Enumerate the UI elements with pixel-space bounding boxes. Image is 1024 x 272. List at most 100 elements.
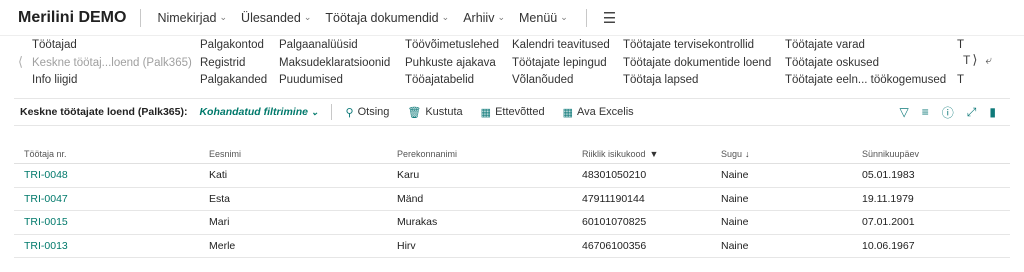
expand-icon[interactable]: ⤢ — [967, 105, 977, 120]
column-header-last-name[interactable]: Perekonnanimi — [386, 149, 571, 159]
list-view-icon[interactable]: ≡ — [922, 105, 929, 119]
chevron-down-icon: ⌄ — [441, 12, 450, 22]
top-navigation-bar: Merilini DEMO Nimekirjad ⌄ Ülesanded ⌄ Töö… — [0, 0, 1024, 36]
column-header-birth-date[interactable]: Sünnikuupäev — [851, 149, 1010, 159]
action-link-tootajate-varad[interactable]: Töötajate varad — [785, 37, 946, 55]
menu-label: Nimekirjad — [157, 10, 217, 25]
employee-no-link[interactable]: TRI-0015 — [14, 216, 199, 228]
menu-arhiiv[interactable]: Arhiiv ⌄ — [463, 11, 505, 25]
open-in-excel-button[interactable]: ▦ Ava Excelis — [563, 106, 634, 119]
employee-no-link[interactable]: TRI-0048 — [14, 169, 199, 181]
chevron-left-icon[interactable]: ⟨ — [18, 54, 23, 70]
action-link-info-liigid[interactable]: Info liigid — [32, 72, 192, 90]
list-toolbar: Keskne töötajate loend (Palk365): Kohand… — [14, 98, 1010, 126]
table-row[interactable]: TRI-0015 Mari Murakas 60101070825 Naine … — [14, 211, 1010, 235]
search-label: Otsing — [357, 106, 390, 118]
delete-icon: 🗑 — [407, 106, 422, 119]
birth-date-cell: 07.01.2001 — [862, 216, 915, 229]
action-link-keskne-tootajate-loend[interactable]: Keskne töötaj...loend (Palk365) — [32, 55, 192, 73]
action-links-area: ⟨ Töötajad Keskne töötaj...loend (Palk36… — [0, 36, 1024, 94]
filter-view-selector[interactable]: Kohandatud filtrimine ⌄ — [199, 106, 318, 118]
chevron-down-icon: ⌄ — [303, 12, 312, 22]
menu-ulesanded[interactable]: Ülesanded ⌄ — [241, 11, 311, 25]
employee-no-link[interactable]: TRI-0013 — [14, 240, 199, 252]
menu-label: Arhiiv — [463, 10, 495, 25]
info-icon[interactable]: ⓘ — [942, 104, 954, 121]
gender-cell: Naine — [721, 239, 749, 252]
action-link-kalendri-teavitused[interactable]: Kalendri teavitused — [512, 37, 610, 55]
chevron-right-icon[interactable]: ⟩ — [972, 52, 977, 68]
menu-menuu[interactable]: Menüü ⌄ — [519, 11, 568, 25]
action-link-tervisekontrollid[interactable]: Töötajate tervisekontrollid — [623, 37, 771, 55]
gender-cell: Naine — [721, 192, 749, 205]
action-link-truncated[interactable]: T — [963, 53, 970, 67]
toolbar-right-icons: ▽ ≡ ⓘ ⤢ ▮ — [887, 99, 996, 125]
action-column-4: Töövõimetuslehed Puhkuste ajakava Tööaja… — [405, 37, 499, 90]
table-row[interactable]: TRI-0048 Kati Karu 48301050210 Naine 05.… — [14, 164, 1010, 188]
action-link-tookogemused[interactable]: Töötajate eeln... töökogemused — [785, 72, 946, 90]
table-header: Töötaja nr. Eesnimi Perekonnanimi Riikli… — [14, 144, 1010, 164]
menu-label: Töötaja dokumendid — [325, 10, 439, 25]
sort-descending-icon: ↓ — [745, 148, 750, 159]
action-link-tootajate-lepingud[interactable]: Töötajate lepingud — [512, 55, 610, 73]
gender-cell: Naine — [721, 169, 749, 182]
personal-code-cell: 47911190144 — [582, 192, 645, 205]
action-link-tootaja-lapsed[interactable]: Töötaja lapsed — [623, 72, 771, 90]
action-link-tootajate-oskused[interactable]: Töötajate oskused — [785, 55, 946, 73]
menu-nimekirjad[interactable]: Nimekirjad ⌄ — [157, 11, 227, 25]
divider — [585, 8, 587, 27]
action-link-tootajad[interactable]: Töötajad — [32, 37, 192, 55]
first-name-cell: Esta — [209, 192, 231, 205]
action-link-volanouded[interactable]: Võlanõuded — [512, 72, 610, 90]
action-link-palgaanaluusid[interactable]: Palgaanalüüsid — [279, 37, 390, 55]
top-menu: Nimekirjad ⌄ Ülesanded ⌄ Töötaja dokumendi… — [141, 8, 616, 27]
companies-label: Ettevõtted — [495, 106, 545, 118]
action-column-7: Töötajate varad Töötajate oskused Töötaj… — [785, 37, 946, 90]
last-name-cell: Hirv — [397, 239, 416, 252]
action-right-nav: T ⟩ ⤶ — [963, 52, 992, 68]
action-link-palgakanded[interactable]: Palgakanded — [200, 72, 267, 90]
filter-icon[interactable]: ▽ — [900, 105, 909, 119]
employee-no-link[interactable]: TRI-0047 — [14, 193, 199, 205]
companies-button[interactable]: ▦ Ettevõtted — [481, 106, 545, 119]
action-link-puudumised[interactable]: Puudumised — [279, 72, 390, 90]
bookmark-icon[interactable]: ▮ — [989, 105, 996, 119]
action-link-tooajatabelid[interactable]: Tööajatabelid — [405, 72, 499, 90]
menu-label: Menüü — [519, 10, 558, 25]
action-column-1: Töötajad Keskne töötaj...loend (Palk365)… — [32, 37, 192, 90]
action-column-3: Palgaanalüüsid Maksudeklaratsioonid Puud… — [279, 37, 390, 90]
first-name-cell: Kati — [209, 169, 228, 182]
action-link-palgakontod[interactable]: Palgakontod — [200, 37, 267, 55]
action-link-registrid[interactable]: Registrid — [200, 55, 267, 73]
gender-cell: Naine — [721, 216, 749, 229]
hamburger-icon[interactable]: ☰ — [603, 9, 616, 27]
first-name-cell: Mari — [209, 216, 230, 229]
personal-code-cell: 60101070825 — [582, 216, 647, 229]
action-link-puhkuste-ajakava[interactable]: Puhkuste ajakava — [405, 55, 499, 73]
search-button[interactable]: ⚲ Otsing — [346, 106, 390, 119]
column-header-gender[interactable]: Sugu ↓ — [711, 149, 851, 159]
column-header-label: Sugu — [721, 148, 743, 159]
action-link-truncated[interactable]: T — [957, 72, 964, 90]
last-name-cell: Mänd — [397, 192, 424, 205]
action-link-toovoimetuslehed[interactable]: Töövõimetuslehed — [405, 37, 499, 55]
column-header-personal-code[interactable]: Riiklik isikukood ▼ — [571, 149, 711, 159]
first-name-cell: Merle — [209, 239, 236, 252]
table-row[interactable]: TRI-0047 Esta Mänd 47911190144 Naine 19.… — [14, 188, 1010, 211]
menu-tootaja-dokumendid[interactable]: Töötaja dokumendid ⌄ — [325, 11, 449, 25]
delete-button[interactable]: 🗑 Kustuta — [407, 106, 462, 119]
action-link-dokumentide-loend[interactable]: Töötajate dokumentide loend — [623, 55, 771, 73]
birth-date-cell: 10.06.1967 — [862, 239, 915, 252]
table-row[interactable]: TRI-0013 Merle Hirv 46706100356 Naine 10… — [14, 235, 1010, 258]
action-link-maksudeklaratsioonid[interactable]: Maksudeklaratsioonid — [279, 55, 390, 73]
employees-table: Töötaja nr. Eesnimi Perekonnanimi Riikli… — [14, 144, 1010, 258]
pin-icon[interactable]: ⤶ — [985, 53, 992, 68]
chevron-down-icon: ⌄ — [560, 12, 568, 22]
company-name[interactable]: Merilini DEMO — [0, 8, 142, 27]
column-header-employee-no[interactable]: Töötaja nr. — [14, 149, 199, 159]
column-header-first-name[interactable]: Eesnimi — [199, 149, 386, 159]
filter-view-label: Kohandatud filtrimine — [199, 106, 308, 118]
last-name-cell: Murakas — [397, 216, 438, 229]
filter-icon: ▼ — [649, 148, 659, 159]
delete-label: Kustuta — [425, 106, 463, 118]
